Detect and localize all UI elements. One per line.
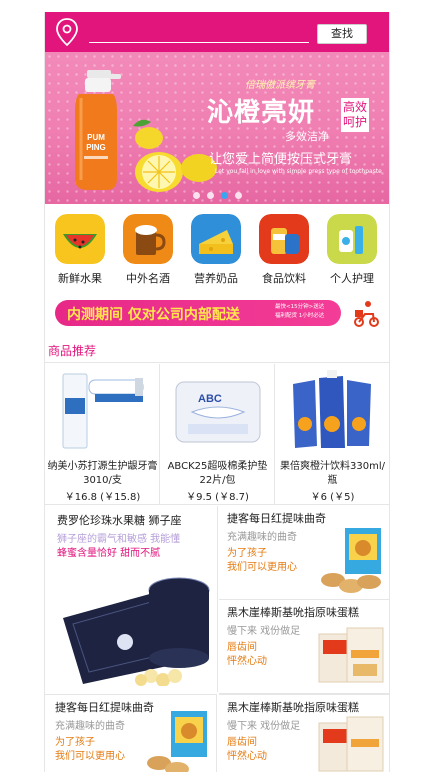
product-price: ￥9.5 (￥8.7) xyxy=(186,492,249,503)
product-card[interactable]: 纳美小苏打源生护龈牙膏3010/支 ￥16.8 (￥15.8) xyxy=(45,364,160,504)
category-grid: 新鲜水果 中外名酒 营养奶品 食品饮料 个人护理 xyxy=(45,212,389,292)
category-label: 中外名酒 xyxy=(126,272,170,285)
banner-subtitle: 多效洁净 xyxy=(285,130,329,143)
banner-title: 沁橙亮妍 xyxy=(207,98,316,128)
carousel-dots[interactable] xyxy=(193,192,253,200)
banner-tagline: 倍瑞傲派缤牙膏 xyxy=(245,80,315,91)
delivery-rider-icon xyxy=(354,301,379,327)
promo-text: 内测期间 仅对公司内部配送 xyxy=(67,307,240,323)
product-name: ABCK25超吸棉柔护垫22片/包 xyxy=(167,461,268,486)
snack-icon xyxy=(259,214,309,264)
featured-desc: 唇齿间 xyxy=(227,642,257,653)
featured-desc: 充满趣味的曲奇 xyxy=(227,532,297,543)
category-label: 新鲜水果 xyxy=(58,272,102,285)
featured-desc: 慢下来 戏份做足 xyxy=(227,721,301,732)
promo-side-line: 福利配货 1小时必达 xyxy=(275,313,325,319)
category-label: 营养奶品 xyxy=(194,272,238,285)
featured-desc: 唇齿间 xyxy=(227,737,257,748)
svg-text:PING: PING xyxy=(86,143,106,152)
featured-desc: 狮子座的霸气和敏感 我能懂 xyxy=(57,534,181,545)
featured-cake-card[interactable]: 黑木崖棒斯基吮指原味蛋糕 慢下来 戏份做足 唇齿间 怦然心动 xyxy=(219,694,389,772)
carousel-dot-active[interactable] xyxy=(221,192,228,199)
featured-cookie-card[interactable]: 捷客每日红提味曲奇 充满趣味的曲奇 为了孩子 我们可以更用心 xyxy=(45,694,217,772)
product-card[interactable]: 果倍爽橙汁饮料330ml/瓶 ￥6 (￥5) xyxy=(275,364,389,504)
location-pin-icon[interactable] xyxy=(55,18,79,46)
category-label: 食品饮料 xyxy=(262,272,306,285)
featured-desc: 慢下来 戏份做足 xyxy=(227,626,301,637)
juice-drink-product-image xyxy=(293,370,371,448)
beer-icon xyxy=(123,214,173,264)
candy-tin-image xyxy=(63,577,210,686)
featured-desc: 为了孩子 xyxy=(55,737,95,748)
banner-side-text: 高效呵护 xyxy=(341,98,369,132)
banner-slogan: 让您爱上简便按压式牙膏 xyxy=(209,152,353,167)
category-personal-care[interactable]: 个人护理 xyxy=(321,212,383,292)
promo-side-text: 最快<15分钟>送达 福利配货 1小时必达 xyxy=(275,303,339,323)
page: 查找 PUM PING 倍瑞傲派缤牙膏 沁橙亮妍 高效呵护 多效洁净 让您爱上简… xyxy=(44,12,390,772)
featured-cake-card[interactable]: 黑木崖棒斯基吮指原味蛋糕 慢下来 戏份做足 唇齿间 怦然心动 xyxy=(219,600,389,694)
search-button[interactable]: 查找 xyxy=(317,24,367,44)
promo-side-line: 最快<15分钟>送达 xyxy=(275,304,325,310)
divider xyxy=(45,504,389,505)
toothpaste-product-image xyxy=(62,373,144,449)
featured-candy-card[interactable]: 费罗伦珍珠水果糖 狮子座 狮子座的霸气和敏感 我能懂 蜂蜜含量恰好 甜而不腻 xyxy=(45,506,218,692)
top-bar: 查找 xyxy=(45,12,389,52)
product-price: ￥16.8 (￥15.8) xyxy=(64,492,141,503)
featured-title: 捷客每日红提味曲奇 xyxy=(55,701,154,714)
featured-desc: 怦然心动 xyxy=(227,751,267,762)
cake-box-image xyxy=(318,716,384,772)
cheese-icon xyxy=(191,214,241,264)
featured-desc: 为了孩子 xyxy=(227,548,267,559)
panty-liner-product-image: ABC xyxy=(175,381,261,443)
category-fresh-fruit[interactable]: 新鲜水果 xyxy=(49,212,111,292)
product-price: ￥6 (￥5) xyxy=(310,492,355,503)
category-label: 个人护理 xyxy=(330,272,374,285)
cookie-box-image xyxy=(321,528,381,593)
featured-desc: 蜂蜜含量恰好 甜而不腻 xyxy=(57,548,161,559)
featured-title: 黑木崖棒斯基吮指原味蛋糕 xyxy=(227,606,359,619)
divider xyxy=(45,362,389,363)
featured-title: 捷客每日红提味曲奇 xyxy=(227,512,326,525)
category-dairy[interactable]: 营养奶品 xyxy=(185,212,247,292)
featured-cookie-card[interactable]: 捷客每日红提味曲奇 充满趣味的曲奇 为了孩子 我们可以更用心 xyxy=(219,506,389,600)
featured-title: 费罗伦珍珠水果糖 狮子座 xyxy=(57,514,182,527)
search-input[interactable] xyxy=(89,42,309,43)
svg-text:PUM: PUM xyxy=(87,133,105,142)
featured-desc: 我们可以更用心 xyxy=(55,751,125,762)
featured-desc: 我们可以更用心 xyxy=(227,562,297,573)
product-name: 果倍爽橙汁饮料330ml/瓶 xyxy=(280,461,385,486)
carousel-dot[interactable] xyxy=(235,192,242,199)
cake-box-image xyxy=(318,627,384,683)
category-food-drink[interactable]: 食品饮料 xyxy=(253,212,315,292)
cookie-box-image xyxy=(147,711,207,772)
featured-desc: 充满趣味的曲奇 xyxy=(55,721,125,732)
product-name: 纳美小苏打源生护龈牙膏3010/支 xyxy=(47,461,158,486)
carousel-dot[interactable] xyxy=(207,192,214,199)
featured-desc: 怦然心动 xyxy=(227,656,267,667)
watermelon-icon xyxy=(55,214,105,264)
product-card[interactable]: ABC ABCK25超吸棉柔护垫22片/包 ￥9.5 (￥8.7) xyxy=(160,364,275,504)
svg-text:ABC: ABC xyxy=(198,393,222,405)
delivery-promo-strip[interactable]: 内测期间 仅对公司内部配送 最快<15分钟>送达 福利配货 1小时必达 xyxy=(55,300,341,326)
toothpaste-bottle-image: PUM PING xyxy=(75,70,121,190)
banner-english-slogan: Let you fall in love with simple press t… xyxy=(215,168,382,175)
section-title: 商品推荐 xyxy=(48,344,97,358)
promo-banner[interactable]: PUM PING 倍瑞傲派缤牙膏 沁橙亮妍 高效呵护 多效洁净 让您爱上简便按压… xyxy=(45,52,389,204)
toothbrush-icon xyxy=(327,214,377,264)
category-liquor[interactable]: 中外名酒 xyxy=(117,212,179,292)
carousel-dot[interactable] xyxy=(193,192,200,199)
